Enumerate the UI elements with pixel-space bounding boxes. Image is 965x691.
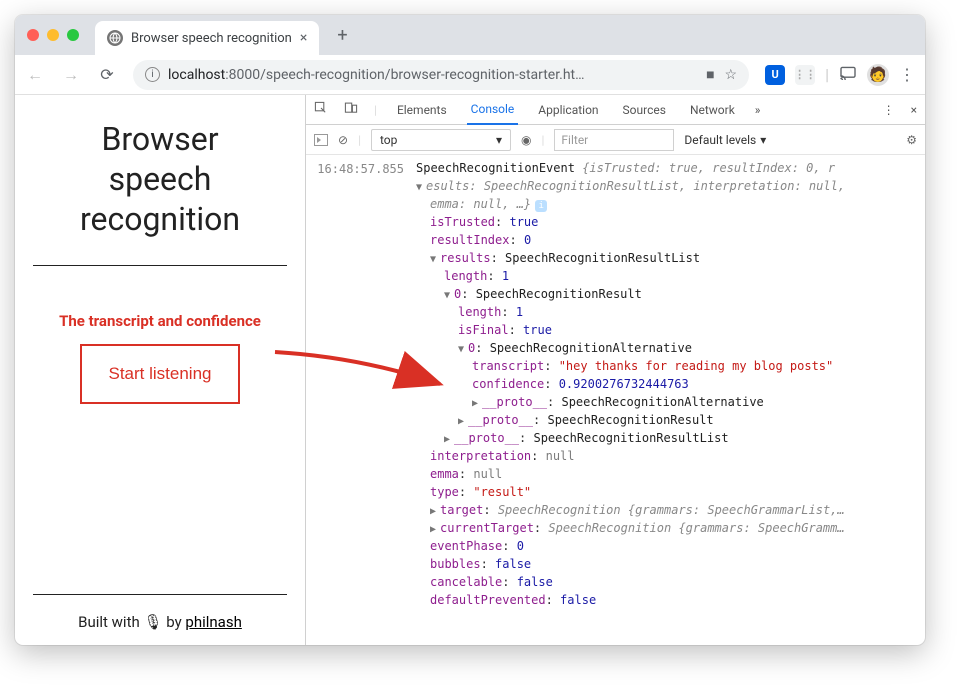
- minimize-window-icon[interactable]: [47, 29, 59, 41]
- bookmark-star-icon[interactable]: ☆: [725, 67, 738, 83]
- content-area: Browser speech recognition The transcrip…: [15, 95, 925, 645]
- log-object-tree: SpeechRecognitionEvent {isTrusted: true,…: [416, 159, 917, 609]
- tab-title: Browser speech recognition: [131, 31, 292, 46]
- log-levels-selector[interactable]: Default levels ▾: [684, 133, 766, 147]
- start-listening-button[interactable]: Start listening: [80, 344, 240, 404]
- extension-icon[interactable]: ⋮⋮: [795, 65, 815, 85]
- reload-button[interactable]: ⟳: [97, 65, 117, 84]
- window-controls: [27, 29, 79, 41]
- eye-icon[interactable]: ◉: [521, 133, 531, 147]
- author-link[interactable]: philnash: [185, 613, 241, 631]
- log-timestamp: 16:48:57.855: [314, 159, 404, 178]
- tab-sources[interactable]: Sources: [619, 95, 670, 125]
- back-button[interactable]: ←: [25, 65, 45, 85]
- divider: [33, 265, 287, 266]
- extension-icons: U ⋮⋮ | 🧑 ⋮: [765, 64, 915, 86]
- browser-toolbar: ← → ⟳ i localhost:8000/speech-recognitio…: [15, 55, 925, 95]
- info-badge-icon: i: [535, 200, 547, 212]
- close-window-icon[interactable]: [27, 29, 39, 41]
- tab-elements[interactable]: Elements: [393, 95, 451, 125]
- camera-icon[interactable]: ■: [706, 66, 714, 83]
- url-port: :8000: [225, 67, 260, 83]
- browser-tab[interactable]: Browser speech recognition ×: [95, 21, 319, 55]
- console-sidebar-icon[interactable]: [314, 134, 328, 146]
- console-toolbar: ⊘ | top▾ ◉ | Filter Default levels ▾ ⚙: [306, 125, 925, 155]
- filter-input[interactable]: Filter: [554, 129, 674, 151]
- cast-icon[interactable]: [839, 65, 857, 84]
- context-selector[interactable]: top▾: [371, 129, 511, 151]
- tab-strip: Browser speech recognition × +: [15, 15, 925, 55]
- chevron-down-icon: ▾: [496, 133, 502, 147]
- address-bar[interactable]: i localhost:8000/speech-recognition/brow…: [133, 60, 749, 90]
- profile-avatar[interactable]: 🧑: [867, 64, 889, 86]
- tab-network[interactable]: Network: [686, 95, 739, 125]
- settings-gear-icon[interactable]: ⚙: [906, 133, 917, 147]
- devtools-menu-icon[interactable]: ⋮: [883, 103, 895, 117]
- new-tab-button[interactable]: +: [329, 25, 355, 46]
- devtools-panel: | Elements Console Application Sources N…: [305, 95, 925, 645]
- device-toggle-icon[interactable]: [344, 101, 358, 118]
- url-path: /speech-recognition/browser-recognition-…: [260, 67, 584, 83]
- url-host: localhost: [168, 67, 225, 83]
- forward-button[interactable]: →: [61, 65, 81, 85]
- chevron-down-icon: ▾: [760, 133, 766, 147]
- page-footer: Built with 🎙 by philnash: [33, 594, 287, 631]
- clear-console-icon[interactable]: ⊘: [338, 133, 348, 147]
- browser-window: Browser speech recognition × + ← → ⟳ i l…: [15, 15, 925, 645]
- console-output[interactable]: 16:48:57.855 SpeechRecognitionEvent {isT…: [306, 155, 925, 645]
- annotation-label: The transcript and confidence: [33, 312, 287, 330]
- tab-console[interactable]: Console: [467, 95, 519, 125]
- globe-icon: [107, 30, 123, 46]
- devtools-tabs: | Elements Console Application Sources N…: [306, 95, 925, 125]
- extension-shield-icon[interactable]: U: [765, 65, 785, 85]
- inspect-icon[interactable]: [314, 101, 328, 118]
- more-tabs-icon[interactable]: »: [755, 103, 761, 117]
- webpage: Browser speech recognition The transcrip…: [15, 95, 305, 645]
- info-icon: i: [145, 67, 160, 82]
- microphone-icon: 🎙: [143, 613, 162, 631]
- tab-close-icon[interactable]: ×: [300, 30, 307, 46]
- maximize-window-icon[interactable]: [67, 29, 79, 41]
- page-title: Browser speech recognition: [33, 119, 287, 239]
- tab-application[interactable]: Application: [534, 95, 602, 125]
- devtools-close-icon[interactable]: ×: [911, 103, 917, 117]
- menu-icon[interactable]: ⋮: [899, 65, 915, 84]
